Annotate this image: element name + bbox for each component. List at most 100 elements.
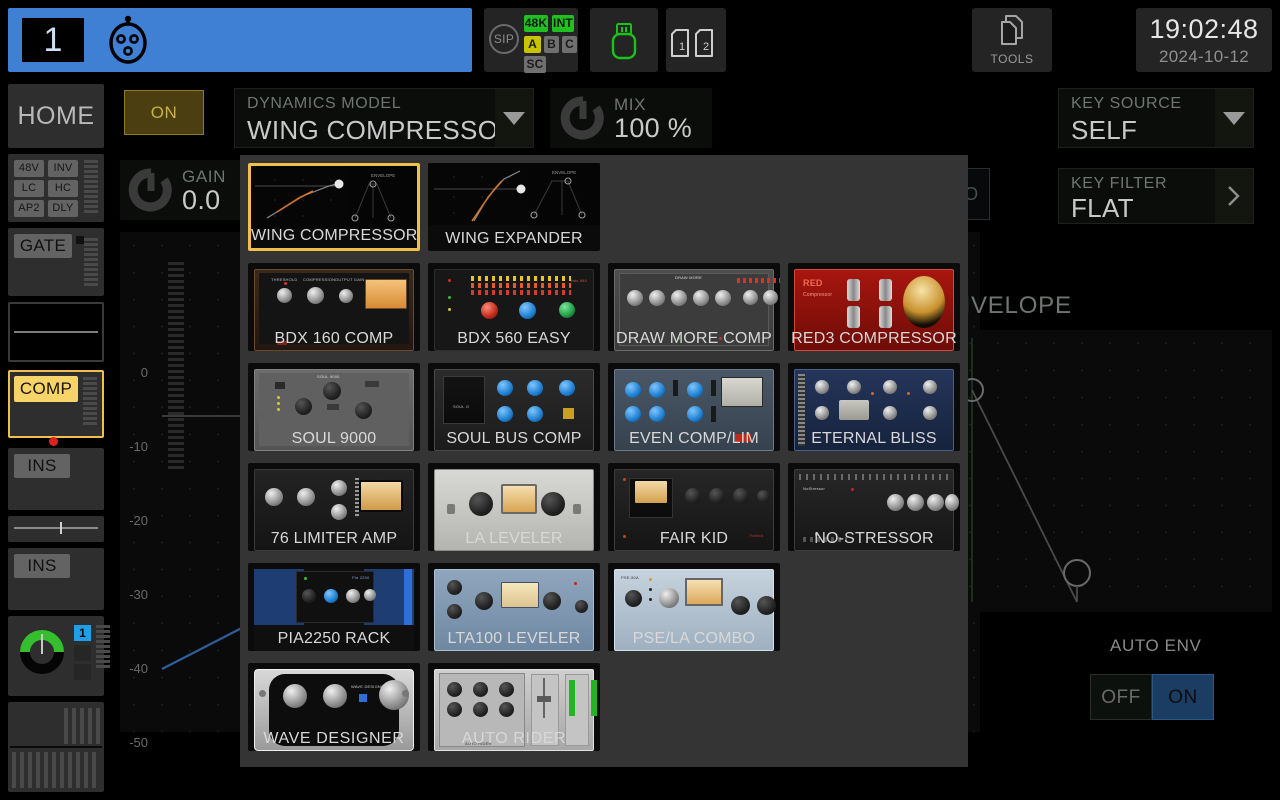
bus-slot-3[interactable] (74, 664, 91, 680)
sidebar-item-insert-2[interactable]: INS (8, 548, 104, 610)
bus-slot-2[interactable] (74, 645, 91, 661)
preamp-lc-button[interactable]: LC (14, 180, 44, 197)
tools-button[interactable]: TOOLS (972, 8, 1052, 72)
model-tile-no-stressor[interactable]: NoStressor NO-STRESSOR (788, 463, 960, 551)
wing-expander-thumbnail: ENVELOPE (428, 163, 600, 225)
sidebar-item-fader[interactable] (8, 516, 104, 542)
status-indicator-group[interactable]: SIP 48K INT A B C SC (484, 8, 578, 73)
model-tile-bdx-160-comp[interactable]: THRESHOLD COMPRESSION OUTPUT GAIN BDX 16… (248, 263, 420, 351)
gain-knob-icon (128, 168, 172, 212)
channel-strip-sidebar: HOME 48V INV LC HC AP2 DLY GATE COMP INS… (0, 80, 112, 800)
sidebar-item-eq[interactable] (8, 302, 104, 362)
gate-meter (84, 238, 98, 288)
auto-env-on-button[interactable]: ON (1152, 674, 1214, 720)
model-tile-eternal-bliss[interactable]: ETERNAL BLISS (788, 363, 960, 451)
axis-label-m10: -10 (129, 439, 148, 454)
model-label: NO-STRESSOR (814, 530, 934, 547)
model-tile-wave-designer[interactable]: WAVE DESIGNER WAVE DESIGNER (248, 663, 420, 751)
top-status-bar: 1 SIP 48K INT A B C SC 1 2 TOOLS 19:02:4… (0, 0, 1280, 80)
key-filter-next-arrow[interactable] (1215, 169, 1253, 223)
home-label: HOME (17, 102, 95, 130)
model-tile-wing-expander[interactable]: ENVELOPE WING EXPANDER (428, 163, 600, 251)
mix-value: 100 % (614, 113, 693, 143)
key-filter-selector[interactable]: KEY FILTER FLAT (1058, 168, 1254, 224)
model-label: 76 LIMITER AMP (270, 530, 398, 547)
clock-date: 2024-10-12 (1159, 47, 1249, 66)
pan-knob[interactable] (16, 624, 68, 676)
preamp-ap2-button[interactable]: AP2 (14, 200, 44, 217)
model-tile-fair-kid[interactable]: Fairkid FAIR KID (608, 463, 780, 551)
sip-indicator[interactable]: SIP (489, 24, 519, 54)
model-label: LTA100 LEVELER (447, 630, 581, 647)
svg-text:1: 1 (679, 41, 685, 53)
model-tile-pia2250-rack[interactable]: Pia 2250 PIA2250 RACK (248, 563, 420, 651)
axis-label-m40: -40 (129, 661, 148, 676)
axis-label-0: 0 (140, 365, 148, 380)
bus-number-tag: 1 (74, 625, 91, 641)
dynamics-model-dropdown-arrow[interactable] (495, 89, 533, 147)
meter-bars-bottom (12, 752, 100, 788)
model-tile-wing-compressor[interactable]: ENVELOPE WING COMPRESSOR (248, 163, 420, 251)
model-tile-draw-more-comp[interactable]: DRAW MORE DRAW MORE COMP (608, 263, 780, 351)
insert1-label[interactable]: INS (14, 454, 70, 478)
mic-icon (109, 15, 147, 64)
model-tile-lta100-leveler[interactable]: LTA100 LEVELER (428, 563, 600, 651)
sidebar-item-output-meters (8, 702, 104, 792)
preamp-dly-button[interactable]: DLY (48, 200, 78, 217)
model-label: AUTO RIDER (461, 730, 567, 747)
key-source-label: KEY SOURCE (1071, 95, 1182, 112)
clock-time: 19:02:48 (1149, 14, 1259, 44)
model-tile-76-limiter-amp[interactable]: 76 LIMITER AMP (248, 463, 420, 551)
copy-pages-icon (1001, 15, 1023, 45)
mix-knob-icon (560, 96, 604, 140)
key-filter-value: FLAT (1071, 193, 1134, 223)
usb-status-button[interactable] (590, 8, 658, 72)
gate-label[interactable]: GATE (14, 234, 72, 258)
preamp-48v-button[interactable]: 48V (14, 160, 44, 177)
tag-a: A (524, 36, 541, 53)
key-source-selector[interactable]: KEY SOURCE SELF (1058, 88, 1254, 148)
fader-handle[interactable] (60, 522, 62, 534)
sidebar-item-home[interactable]: HOME (8, 84, 104, 148)
meter-divider (10, 746, 102, 748)
sd-card-icon: 1 2 (671, 29, 713, 57)
model-tile-pse-la-combo[interactable]: PSE-50A PSE/LA COMBO (608, 563, 780, 651)
comp-meter (83, 377, 97, 427)
key-source-dropdown-arrow[interactable] (1215, 89, 1253, 147)
usb-drive-icon (611, 23, 637, 60)
model-tile-red3-compressor[interactable]: RED Compressor RED3 COMPRESSOR (788, 263, 960, 351)
sidebar-item-comp[interactable]: COMP (8, 370, 104, 438)
comp-label[interactable]: COMP (14, 376, 78, 402)
tag-c: C (562, 36, 577, 53)
model-label: EVEN COMP/LIM (629, 430, 759, 447)
dynamics-model-label: DYNAMICS MODEL (247, 95, 402, 112)
tools-label: TOOLS (990, 52, 1034, 66)
tag-b: B (544, 36, 559, 53)
model-tile-bdx-560-easy[interactable]: bdx 560 BDX 560 EASY (428, 263, 600, 351)
auto-env-off-button[interactable]: OFF (1090, 674, 1152, 720)
model-tile-even-comp-lim[interactable]: EVEN COMP/LIM (608, 363, 780, 451)
sd-card-slots[interactable]: 1 2 (666, 8, 726, 72)
chevron-down-icon (503, 111, 525, 125)
sidebar-item-gate[interactable]: GATE (8, 228, 104, 296)
mix-control[interactable]: MIX 100 % (550, 88, 712, 148)
model-label: RED3 COMPRESSOR (791, 330, 957, 347)
preamp-hc-button[interactable]: HC (48, 180, 78, 197)
dynamics-model-picker-panel: ENVELOPE WING COMPRESSOR ENVELOPE WING E… (240, 155, 968, 767)
sidebar-item-preamp[interactable]: 48V INV LC HC AP2 DLY (8, 154, 104, 222)
channel-banner[interactable]: 1 (8, 8, 472, 72)
clock-display[interactable]: 19:02:48 2024-10-12 (1136, 8, 1272, 72)
preamp-inv-button[interactable]: INV (48, 160, 78, 177)
chevron-down-icon (1223, 111, 1245, 125)
model-label: BDX 560 EASY (457, 330, 571, 347)
key-filter-label: KEY FILTER (1071, 175, 1168, 192)
insert2-label[interactable]: INS (14, 554, 70, 578)
model-tile-soul-9000[interactable]: SOUL 9000 SOUL 9000 (248, 363, 420, 451)
model-tile-la-leveler[interactable]: LA LEVELER (428, 463, 600, 551)
sidebar-item-main-bus[interactable]: 1 (8, 616, 110, 696)
sidebar-item-insert-1[interactable]: INS (8, 448, 104, 510)
model-tile-auto-rider[interactable]: AUTO RIDER AUTO RIDER (428, 663, 600, 751)
dynamics-model-selector[interactable]: DYNAMICS MODEL WING COMPRESSOR (234, 88, 534, 148)
model-tile-soul-bus-comp[interactable]: SOUL G SOUL BUS COMP (428, 363, 600, 451)
dynamics-on-button[interactable]: ON (124, 90, 204, 135)
